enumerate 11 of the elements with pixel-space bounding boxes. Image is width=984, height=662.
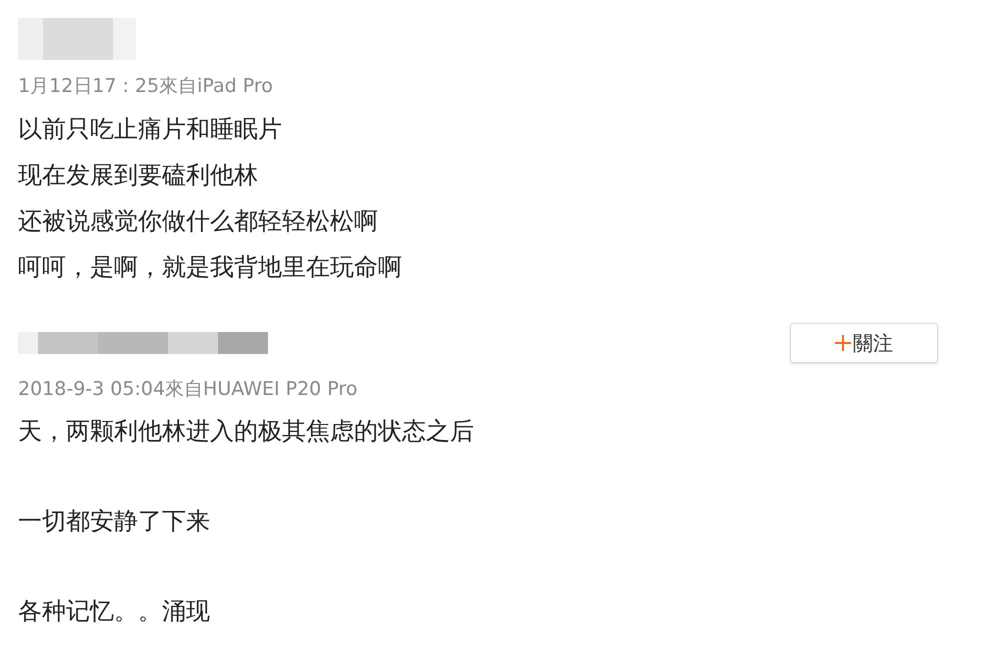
post-text-line: 各种记忆。。涌现 — [18, 596, 211, 627]
post-text-line: 现在发展到要磕利他林 — [18, 160, 259, 190]
follow-button[interactable]: 關注 — [790, 322, 938, 362]
post-text-line: 呵呵，是啊，就是我背地里在玩命啊 — [18, 252, 403, 282]
post-timestamp: 2018-9-3 05:04來自HUAWEI P20 Pro — [18, 376, 358, 402]
post-timestamp: 1月12日17 : 25來自iPad Pro — [18, 74, 274, 99]
post-text-line: 一切都安静了下来 — [18, 506, 211, 537]
post-text-line: 以前只吃止痛片和睡眠片 — [18, 114, 283, 144]
post-text-line: 天，两颗利他林进入的极其焦虑的状态之后 — [18, 416, 475, 447]
post-text-line: 还被说感觉你做什么都轻轻松松啊 — [18, 206, 379, 236]
plus-icon — [835, 334, 851, 350]
